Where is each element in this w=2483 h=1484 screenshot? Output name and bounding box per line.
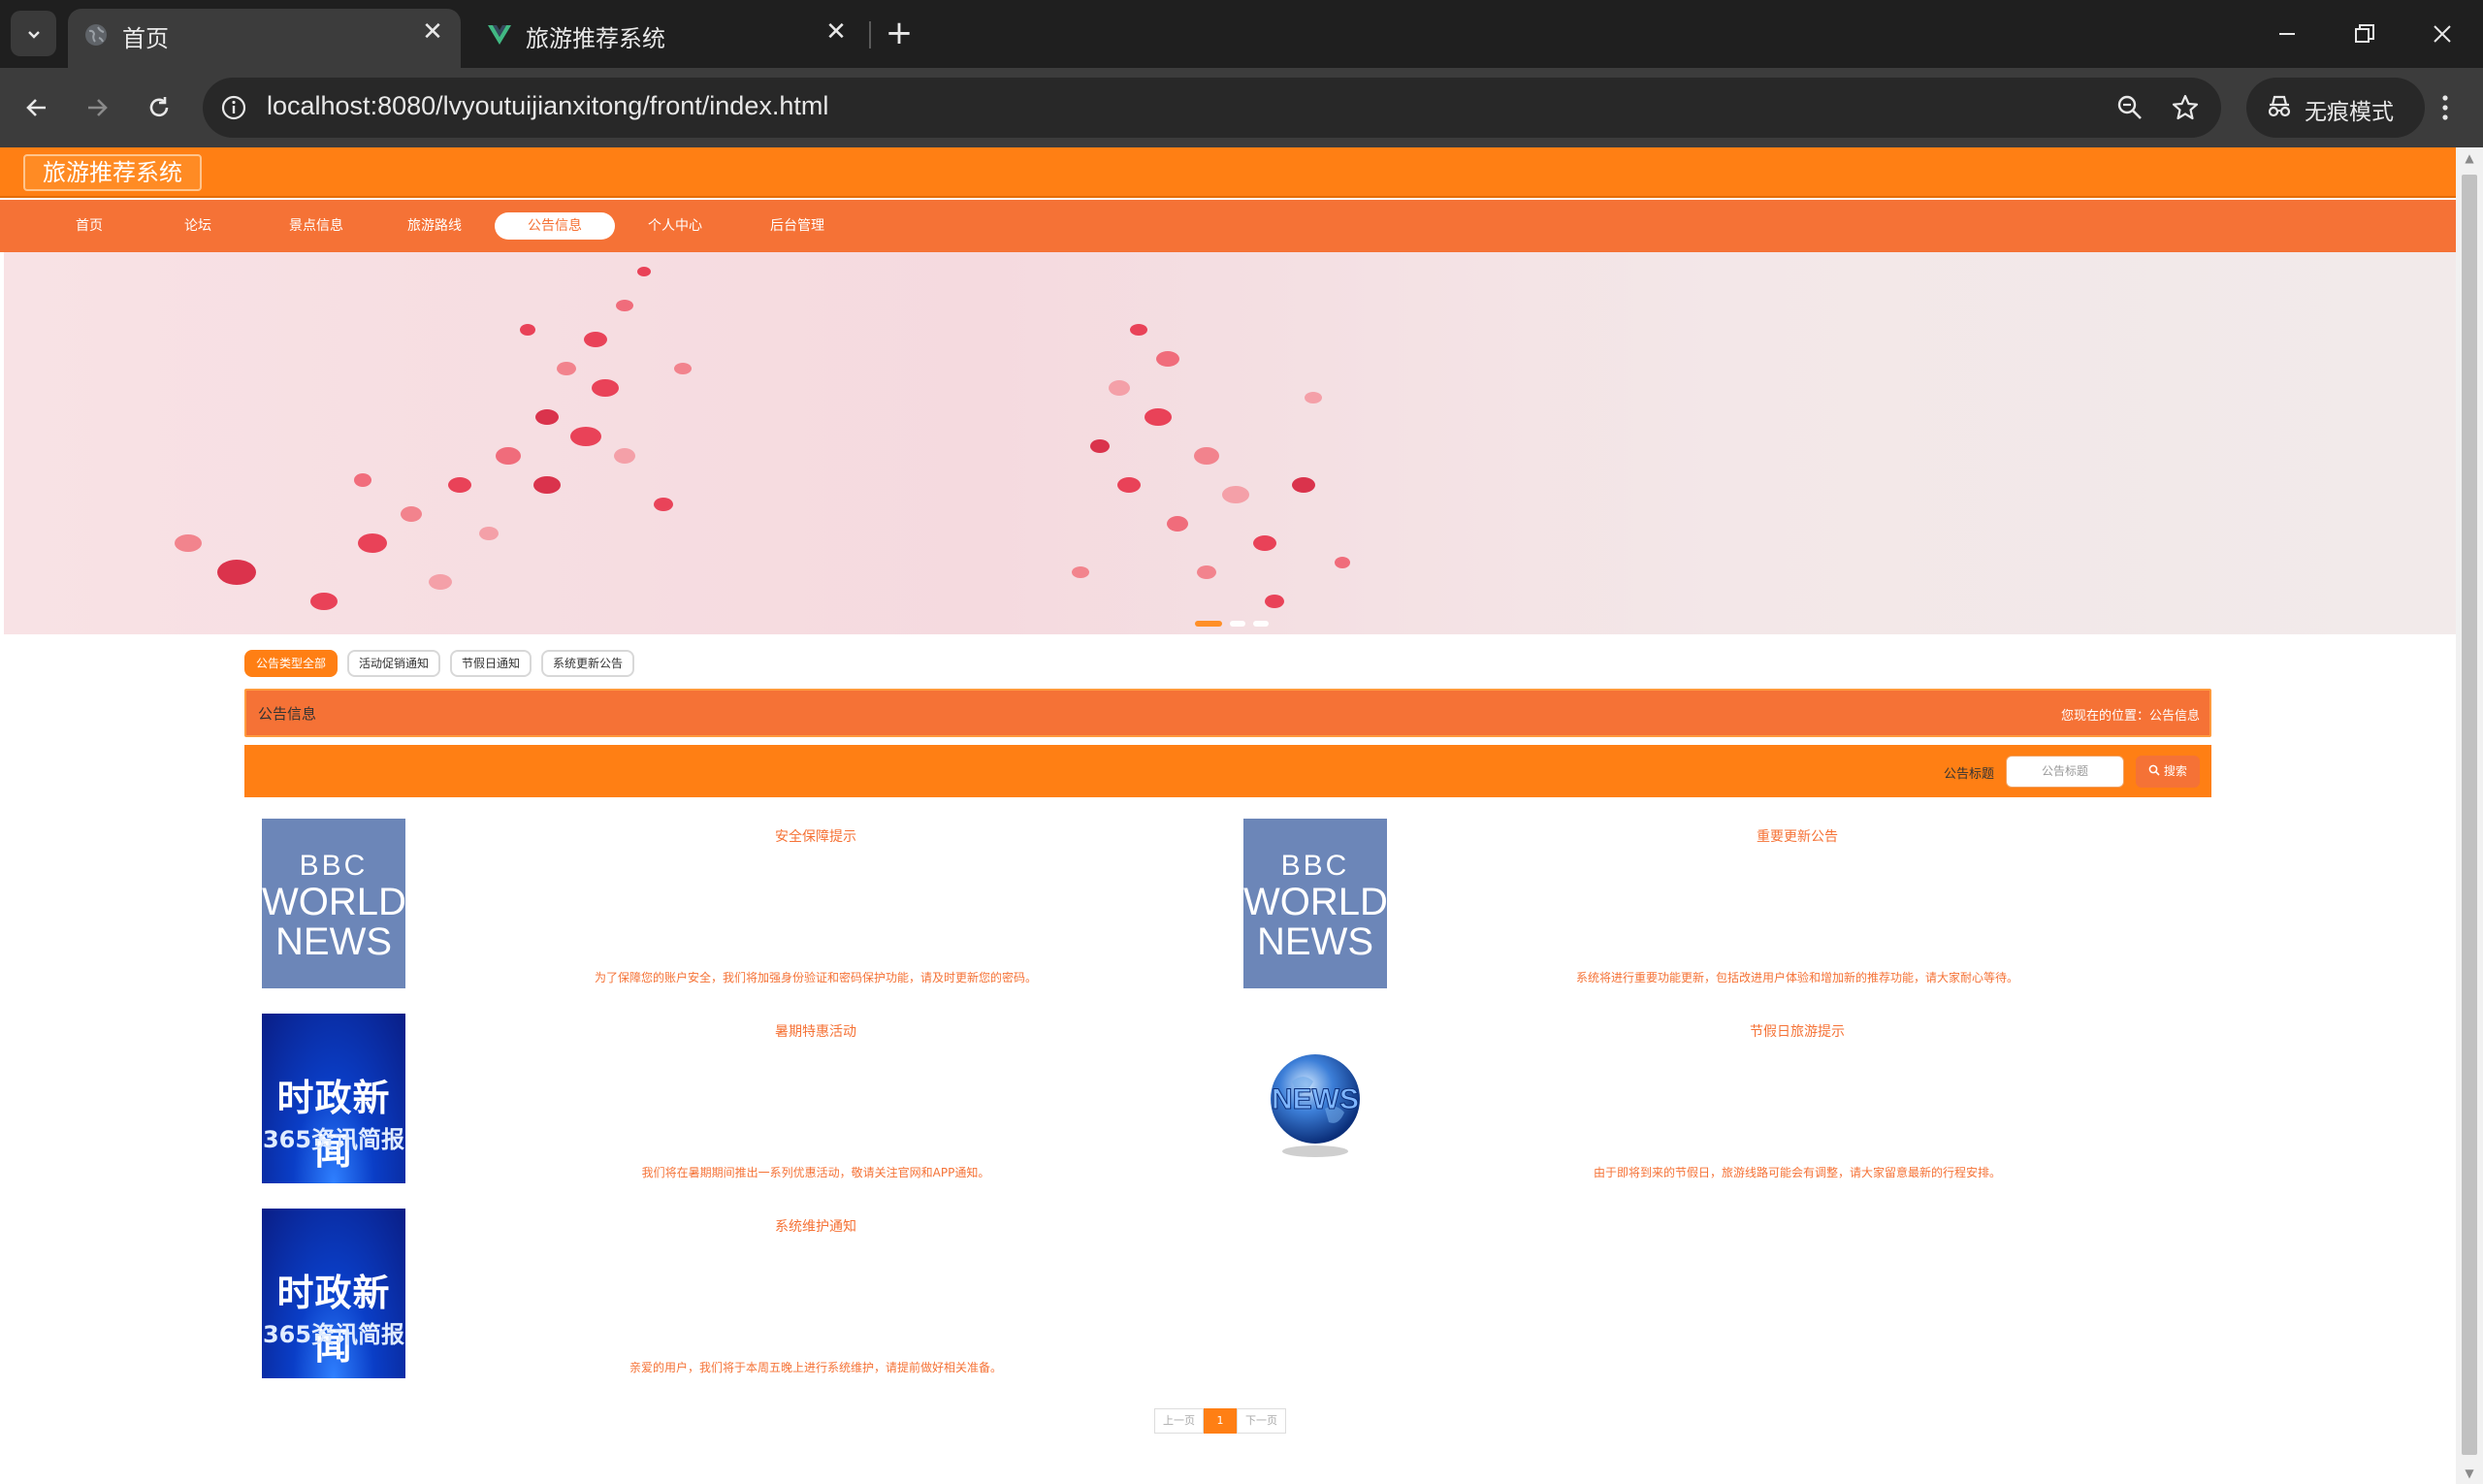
- bookmark-star-icon[interactable]: [2168, 90, 2203, 125]
- close-tab-icon[interactable]: ✕: [822, 17, 851, 47]
- search-bar: 公告标题 公告标题 搜索: [244, 745, 2211, 797]
- restore-button[interactable]: [2336, 12, 2394, 55]
- section-title-bar: 公告信息 您现在的位置：公告信息: [244, 689, 2211, 737]
- notice-card[interactable]: BBC WORLD NEWS 安全保障提示 为了保障您的账户安全，我们将加强身份验证…: [244, 811, 1226, 988]
- arrow-right-icon: [88, 99, 108, 116]
- notice-title[interactable]: 重要更新公告: [1387, 826, 2208, 846]
- nav-item-profile[interactable]: 个人中心: [615, 212, 735, 240]
- filter-system-update[interactable]: 系统更新公告: [541, 650, 635, 677]
- notice-title[interactable]: 安全保障提示: [405, 826, 1226, 846]
- nav-item-admin[interactable]: 后台管理: [737, 212, 857, 240]
- filter-all[interactable]: 公告类型全部: [244, 650, 339, 677]
- incognito-indicator[interactable]: 无痕模式: [2246, 78, 2425, 138]
- search-label: 公告标题: [1944, 767, 1995, 782]
- next-page-button[interactable]: 下一页: [1237, 1408, 1286, 1434]
- kebab-menu-icon: [2442, 95, 2448, 120]
- page-number[interactable]: 1: [1204, 1408, 1237, 1434]
- reload-icon: [149, 97, 169, 117]
- notice-title[interactable]: 系统维护通知: [405, 1216, 1226, 1236]
- carousel-dot[interactable]: [1195, 621, 1222, 627]
- minimize-icon: [2279, 32, 2295, 35]
- site-info-icon[interactable]: [216, 90, 251, 125]
- notice-thumbnail: BBC WORLD NEWS: [262, 819, 405, 988]
- notice-title[interactable]: 节假日旅游提示: [1387, 1021, 2208, 1041]
- reload-button[interactable]: [138, 86, 180, 129]
- site-header: 旅游推荐系统: [0, 147, 2456, 198]
- notice-description: 亲爱的用户，我们将于本周五晚上进行系统维护，请提前做好相关准备。: [629, 1361, 1002, 1374]
- new-tab-button[interactable]: +: [885, 14, 914, 52]
- zoom-icon[interactable]: [2112, 90, 2147, 125]
- notice-list: BBC WORLD NEWS 安全保障提示 为了保障您的账户安全，我们将加强身份验证…: [244, 811, 2211, 1484]
- tab-search-button[interactable]: [11, 11, 56, 56]
- vue-logo-icon: [488, 25, 511, 45]
- chevron-down-icon: [27, 30, 40, 39]
- search-icon: [2148, 764, 2160, 776]
- notice-title[interactable]: 暑期特惠活动: [405, 1021, 1226, 1041]
- scroll-up-icon[interactable]: ▲: [2463, 151, 2476, 165]
- notice-description: 为了保障您的账户安全，我们将加强身份验证和密码保护功能，请及时更新您的密码。: [594, 971, 1037, 984]
- carousel-dot[interactable]: [1253, 621, 1269, 627]
- globe-icon: [85, 24, 107, 46]
- search-button-label: 搜索: [2163, 764, 2187, 778]
- nav-item-notices[interactable]: 公告信息: [495, 212, 615, 240]
- carousel-dot[interactable]: [1230, 621, 1245, 627]
- scrollbar-thumb[interactable]: [2462, 175, 2477, 1455]
- tab-travel-system[interactable]: 旅游推荐系统 ✕: [471, 9, 864, 68]
- notice-card[interactable]: 时政新闻 365资讯简报 系统维护通知 亲爱的用户，我们将于本周五晚上进行系统维护…: [244, 1201, 1226, 1378]
- notice-description: 由于即将到来的节假日，旅游线路可能会有调整，请大家留意最新的行程安排。: [1593, 1166, 2001, 1179]
- arrow-left-icon: [26, 99, 46, 116]
- scroll-down-icon[interactable]: ▼: [2463, 1467, 2476, 1480]
- search-button[interactable]: 搜索: [2136, 756, 2200, 788]
- tab-separator: [869, 21, 871, 48]
- site-logo[interactable]: 旅游推荐系统: [23, 154, 202, 191]
- nav-item-forum[interactable]: 论坛: [151, 212, 244, 240]
- incognito-label: 无痕模式: [2305, 100, 2394, 125]
- filter-holiday[interactable]: 节假日通知: [450, 650, 532, 677]
- nav-item-attractions[interactable]: 景点信息: [256, 212, 376, 240]
- site-nav: 首页 论坛 景点信息 旅游路线 公告信息 个人中心 后台管理: [0, 200, 2456, 252]
- filter-promotion[interactable]: 活动促销通知: [347, 650, 441, 677]
- tab-title: 旅游推荐系统: [526, 25, 665, 52]
- notice-card[interactable]: BBC WORLD NEWS 重要更新公告 系统将进行重要功能更新，包括改进用户体验…: [1226, 811, 2208, 988]
- incognito-icon: [2268, 95, 2291, 117]
- svg-text:NEWS: NEWS: [1272, 1083, 1359, 1115]
- close-tab-icon[interactable]: ✕: [418, 17, 447, 47]
- prev-page-button[interactable]: 上一页: [1154, 1408, 1204, 1434]
- carousel-dots: [1195, 621, 1269, 627]
- page-viewport: 旅游推荐系统 首页 论坛 景点信息 旅游路线 公告信息 个人中心 后台管理 公告…: [0, 147, 2483, 1484]
- tab-home[interactable]: 首页 ✕: [68, 9, 461, 68]
- nav-item-home[interactable]: 首页: [43, 212, 136, 240]
- notice-description: 我们将在暑期期间推出一系列优惠活动，敬请关注官网和APP通知。: [641, 1166, 990, 1179]
- browser-toolbar: localhost:8080/lvyoutuijianxitong/front/…: [0, 68, 2483, 147]
- back-button[interactable]: [16, 86, 58, 129]
- news-globe-icon: NEWS: [1271, 1054, 1360, 1157]
- close-window-button[interactable]: [2413, 12, 2471, 55]
- browser-tab-bar: 首页 ✕ 旅游推荐系统 ✕ +: [0, 0, 2483, 68]
- notice-card[interactable]: NEWS 节假日旅游提示 由于即将到来的节假日，旅游线路可能会有调整，请大家留意…: [1226, 1006, 2208, 1183]
- page-scrollbar[interactable]: ▲ ▼: [2456, 147, 2483, 1484]
- notice-thumbnail: 时政新闻 365资讯简报: [262, 1014, 405, 1183]
- notice-thumbnail: 时政新闻 365资讯简报: [262, 1209, 405, 1378]
- address-bar[interactable]: localhost:8080/lvyoutuijianxitong/front/…: [203, 78, 2221, 138]
- notice-description: 系统将进行重要功能更新，包括改进用户体验和增加新的推荐功能，请大家耐心等待。: [1575, 971, 2018, 984]
- breadcrumb: 您现在的位置：公告信息: [2060, 709, 2200, 724]
- banner-carousel[interactable]: [4, 252, 2456, 634]
- browser-menu-button[interactable]: [2431, 86, 2460, 129]
- url-text: localhost:8080/lvyoutuijianxitong/front/…: [267, 91, 829, 120]
- search-input[interactable]: 公告标题: [2006, 756, 2124, 788]
- restore-icon: [2355, 23, 2374, 43]
- close-icon: [2434, 24, 2451, 43]
- forward-button[interactable]: [76, 86, 118, 129]
- notice-card[interactable]: 时政新闻 365资讯简报 暑期特惠活动 我们将在暑期期间推出一系列优惠活动，敬请关…: [244, 1006, 1226, 1183]
- minimize-button[interactable]: [2258, 12, 2316, 55]
- notice-thumbnail: NEWS: [1243, 1014, 1387, 1183]
- notice-thumbnail: BBC WORLD NEWS: [1243, 819, 1387, 988]
- section-title: 公告信息: [258, 705, 317, 723]
- pagination: 上一页 1 下一页: [1154, 1408, 1286, 1434]
- nav-item-routes[interactable]: 旅游路线: [374, 212, 495, 240]
- tab-title: 首页: [122, 25, 169, 52]
- notice-type-filters: 公告类型全部 活动促销通知 节假日通知 系统更新公告: [244, 650, 635, 677]
- rose-petals-image: [175, 267, 1350, 610]
